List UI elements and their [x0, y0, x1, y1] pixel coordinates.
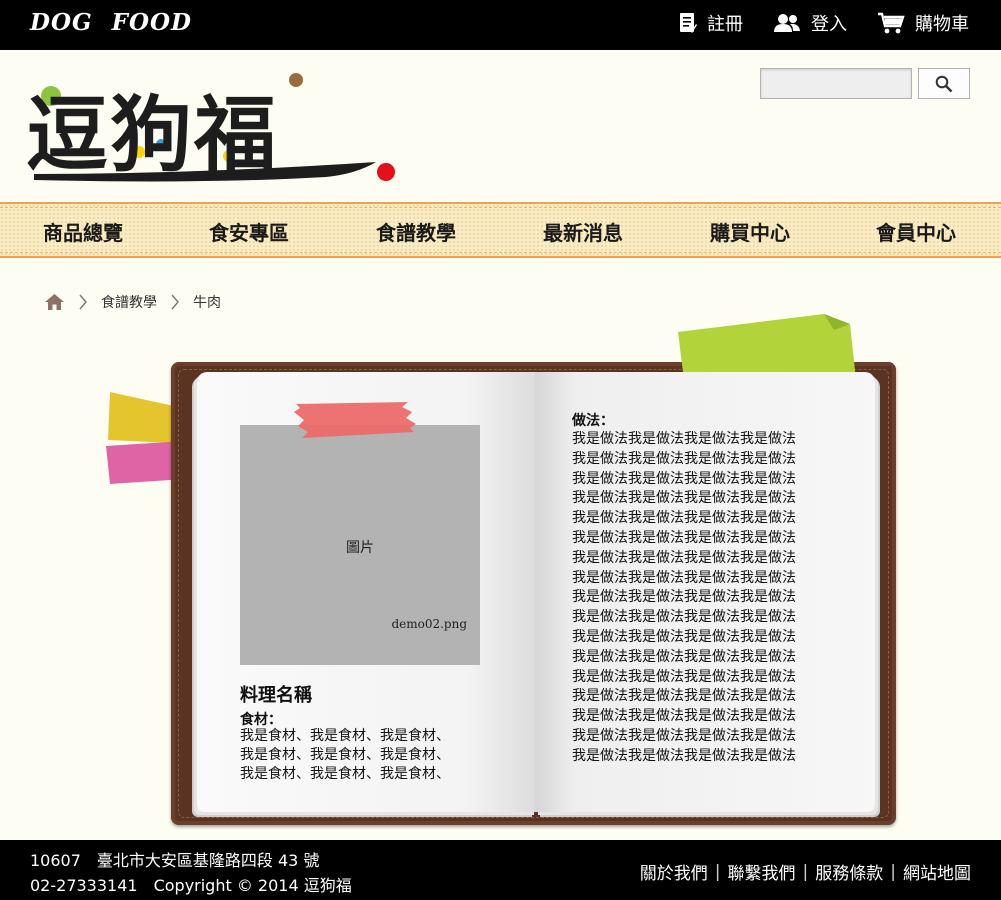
footer-address: 10607 臺北市大安區基隆路四段 43 號	[30, 851, 320, 870]
footer-contact: 10607 臺北市大安區基隆路四段 43 號 02-27333141 Copyr…	[30, 848, 352, 898]
nav-item-news[interactable]: 最新消息	[503, 217, 663, 246]
ingredients-label: 食材：	[240, 712, 282, 728]
method-label: 做法：	[572, 413, 614, 429]
footer-divider: |	[714, 861, 721, 882]
method-line: 我是做法我是做法我是做法我是做法	[572, 431, 796, 447]
login-link[interactable]: 登入	[773, 10, 847, 36]
nav-item-member[interactable]: 會員中心	[836, 217, 996, 246]
breadcrumb-recipes[interactable]: 食譜教學	[101, 292, 157, 312]
method-line: 我是做法我是做法我是做法我是做法	[572, 668, 796, 685]
logo-text: 逗狗福	[26, 87, 279, 183]
register-form-icon	[680, 13, 697, 33]
cart-label: 購物車	[915, 14, 969, 35]
site-logo[interactable]: 逗狗福	[26, 62, 406, 192]
search-input[interactable]	[760, 68, 912, 99]
red-masking-tape	[294, 402, 416, 438]
footer-divider: |	[802, 861, 809, 882]
shopping-cart-icon	[878, 12, 905, 34]
site-footer: 10607 臺北市大安區基隆路四段 43 號 02-27333141 Copyr…	[0, 840, 1001, 900]
method-line: 我是做法我是做法我是做法我是做法	[572, 609, 796, 626]
method-line: 我是做法我是做法我是做法我是做法	[572, 529, 796, 546]
ingredient-line: 我是食材、我是食材、我是食材、	[240, 747, 450, 763]
nav-item-products[interactable]: 商品總覽	[3, 217, 163, 246]
footer-copyright: 02-27333141 Copyright © 2014 逗狗福	[30, 876, 352, 895]
top-links: 註冊 登入 購物車	[679, 10, 969, 36]
top-bar: DOG FOOD 註冊 登入 購物車	[0, 0, 1001, 50]
nav-item-shop[interactable]: 購買中心	[670, 217, 830, 246]
method-line: 我是做法我是做法我是做法我是做法	[572, 628, 796, 645]
brand-name[interactable]: DOG FOOD	[30, 9, 192, 36]
register-label: 註冊	[707, 14, 743, 35]
login-label: 登入	[811, 14, 847, 35]
footer-links: 關於我們 | 聯繫我們 | 服務條款 | 網站地圖	[640, 859, 971, 885]
main-nav: 商品總覽 食安專區 食譜教學 最新消息 購買中心 會員中心	[0, 202, 1001, 258]
method-line: 我是做法我是做法我是做法我是做法	[572, 450, 796, 467]
nav-item-recipes[interactable]: 食譜教學	[336, 217, 496, 246]
method-line: 我是做法我是做法我是做法我是做法	[572, 727, 796, 744]
search-icon	[935, 75, 953, 92]
method-line: 我是做法我是做法我是做法我是做法	[572, 549, 796, 566]
method-line: 我是做法我是做法我是做法我是做法	[572, 708, 796, 725]
image-filename: demo02.png	[391, 617, 467, 631]
method-line: 我是做法我是做法我是做法我是做法	[572, 569, 796, 586]
recipe-image-placeholder: 圖片 demo02.png	[240, 425, 480, 665]
chevron-right-icon	[79, 294, 87, 310]
chevron-right-icon	[171, 294, 179, 310]
method-line: 我是做法我是做法我是做法我是做法	[572, 688, 796, 705]
footer-link-about[interactable]: 關於我們	[640, 859, 708, 884]
method-line: 我是做法我是做法我是做法我是做法	[572, 470, 796, 487]
home-icon[interactable]	[44, 293, 65, 311]
footer-link-contact[interactable]: 聯繫我們	[728, 859, 796, 884]
ingredients-list: 我是食材、我是食材、我是食材、 我是食材、我是食材、我是食材、 我是食材、我是食…	[240, 727, 450, 784]
image-label: 圖片	[346, 540, 374, 556]
method-text: 我是做法我是做法我是做法我是做法 我是做法我是做法我是做法我是做法 我是做法我是…	[572, 430, 796, 767]
ingredient-line: 我是食材、我是食材、我是食材、	[240, 766, 450, 782]
method-line: 我是做法我是做法我是做法我是做法	[572, 648, 796, 665]
footer-divider: |	[890, 861, 896, 882]
ingredient-line: 我是食材、我是食材、我是食材、	[240, 728, 450, 744]
cart-link[interactable]: 購物車	[877, 10, 969, 36]
breadcrumb: 食譜教學 牛肉	[44, 290, 221, 314]
recipe-title: 料理名稱	[240, 685, 312, 706]
search-button[interactable]	[918, 68, 970, 99]
register-link[interactable]: 註冊	[679, 10, 743, 36]
method-line: 我是做法我是做法我是做法我是做法	[572, 589, 796, 606]
footer-link-sitemap[interactable]: 網站地圖	[903, 859, 971, 884]
method-line: 我是做法我是做法我是做法我是做法	[572, 510, 796, 527]
nav-item-food-safety[interactable]: 食安專區	[169, 217, 329, 246]
footer-link-terms[interactable]: 服務條款	[815, 859, 883, 884]
users-icon	[774, 14, 800, 32]
method-line: 我是做法我是做法我是做法我是做法	[572, 747, 796, 764]
method-line: 我是做法我是做法我是做法我是做法	[572, 490, 796, 507]
breadcrumb-current: 牛肉	[193, 295, 221, 311]
